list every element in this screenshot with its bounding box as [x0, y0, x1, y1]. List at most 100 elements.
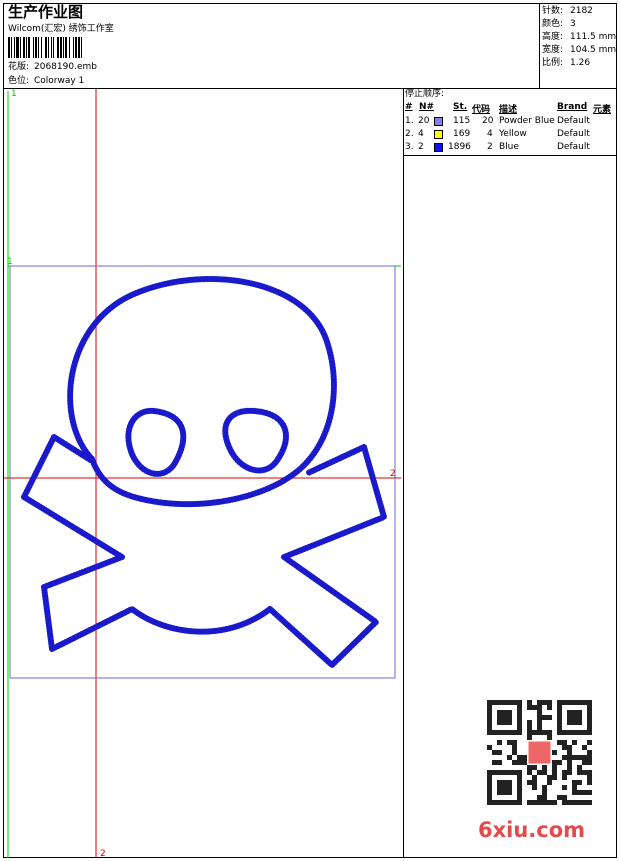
qr-module	[572, 780, 577, 785]
qr-module	[582, 755, 587, 760]
col-index: #	[405, 102, 413, 112]
stat-stitches-label: 针数:	[542, 6, 564, 16]
barcode-bar	[33, 37, 34, 58]
qr-module	[587, 760, 592, 765]
qr-module	[582, 790, 587, 795]
qr-module	[567, 755, 572, 760]
table-row-3-swatch	[434, 143, 443, 152]
design-value: 2068190.emb	[34, 62, 97, 72]
table-row-3-code: 2	[487, 142, 493, 152]
qr-module	[512, 740, 517, 745]
qr-module	[532, 730, 537, 735]
table-row-3-index: 3.	[405, 142, 414, 152]
qr-module	[547, 735, 552, 740]
qr-module	[582, 770, 587, 775]
qr-module	[587, 775, 592, 780]
qr-module	[542, 770, 547, 775]
col-needle: N#	[419, 102, 435, 112]
qr-module	[497, 740, 502, 745]
qr-module	[537, 710, 542, 715]
qr-module	[572, 790, 577, 795]
qr-module	[572, 785, 577, 790]
qr-module	[547, 705, 552, 710]
stat-scale-label: 比例:	[542, 58, 564, 68]
barcode-bar	[53, 37, 54, 58]
guide-label-h2: 2	[390, 469, 396, 479]
qr-module	[542, 790, 547, 795]
table-row-3-needle: 2	[418, 142, 424, 152]
qr-module	[562, 745, 567, 750]
table-row-2-description: Yellow	[499, 129, 527, 139]
qr-module	[587, 780, 592, 785]
design-bounding-box	[9, 265, 396, 679]
barcode-bar	[57, 37, 59, 58]
qr-module	[542, 795, 547, 800]
design-label: 花版:	[8, 62, 30, 72]
qr-module	[497, 750, 502, 755]
qr-module	[587, 750, 592, 755]
qr-module	[552, 750, 557, 755]
barcode-bar	[65, 37, 67, 58]
barcode-bar	[63, 37, 64, 58]
qr-module	[562, 800, 567, 805]
qr-module	[527, 770, 532, 775]
barcode-bar	[38, 37, 39, 58]
barcode-bar	[73, 37, 74, 58]
qr-module	[557, 795, 562, 800]
qr-module	[587, 790, 592, 795]
qr-module	[567, 800, 572, 805]
qr-module	[527, 735, 532, 740]
barcode-bar	[78, 37, 80, 58]
skull-outline	[67, 276, 337, 508]
document-title: 生产作业图	[8, 3, 84, 21]
qr-module	[587, 800, 592, 805]
qr-module	[532, 800, 537, 805]
table-row-2-stitches: 169	[453, 129, 471, 139]
barcode-bar	[20, 37, 21, 58]
table-row-1-stitches: 115	[453, 116, 471, 126]
qr-module	[582, 760, 587, 765]
qr-module	[582, 745, 587, 750]
qr-module	[562, 770, 567, 775]
qr-module	[522, 760, 527, 765]
qr-finder-part	[497, 710, 512, 725]
stat-height-label: 高度:	[542, 32, 564, 42]
qr-module	[537, 795, 542, 800]
qr-module	[527, 720, 532, 725]
qr-module	[562, 775, 567, 780]
barcode-bar	[26, 37, 27, 58]
barcode-bar	[23, 37, 25, 58]
stat-height-value: 111.5 mm	[570, 32, 617, 42]
qr-module	[527, 800, 532, 805]
qr-module	[542, 715, 547, 720]
qr-module	[562, 755, 567, 760]
barcode-bar	[28, 37, 30, 58]
table-row-2-code: 4	[487, 129, 493, 139]
qr-module	[522, 755, 527, 760]
stat-stitches-value: 2182	[570, 6, 593, 16]
stat-width-value: 104.5 mm	[570, 45, 617, 55]
qr-module	[487, 745, 492, 750]
qr-module	[542, 765, 547, 770]
barcode-bar	[45, 37, 47, 58]
qr-module	[562, 795, 567, 800]
qr-module	[562, 785, 567, 790]
qr-module	[547, 780, 552, 785]
qr-module	[527, 730, 532, 735]
design-sheet: 1 1 2 2	[4, 89, 401, 858]
qr-module	[582, 800, 587, 805]
qr-module	[577, 765, 582, 770]
barcode-bar	[35, 37, 37, 58]
qr-module	[537, 730, 542, 735]
qr-module	[527, 700, 532, 705]
qr-module	[577, 780, 582, 785]
qr-module	[532, 705, 537, 710]
qr-module	[507, 755, 512, 760]
table-row-1-code: 20	[482, 116, 494, 126]
table-row-1-description: Powder Blue	[499, 116, 555, 126]
qr-module	[512, 760, 517, 765]
colorway-label: 色位:	[8, 76, 30, 86]
stats-divider	[539, 3, 540, 88]
qr-module	[527, 705, 532, 710]
barcode-bar	[14, 37, 15, 58]
